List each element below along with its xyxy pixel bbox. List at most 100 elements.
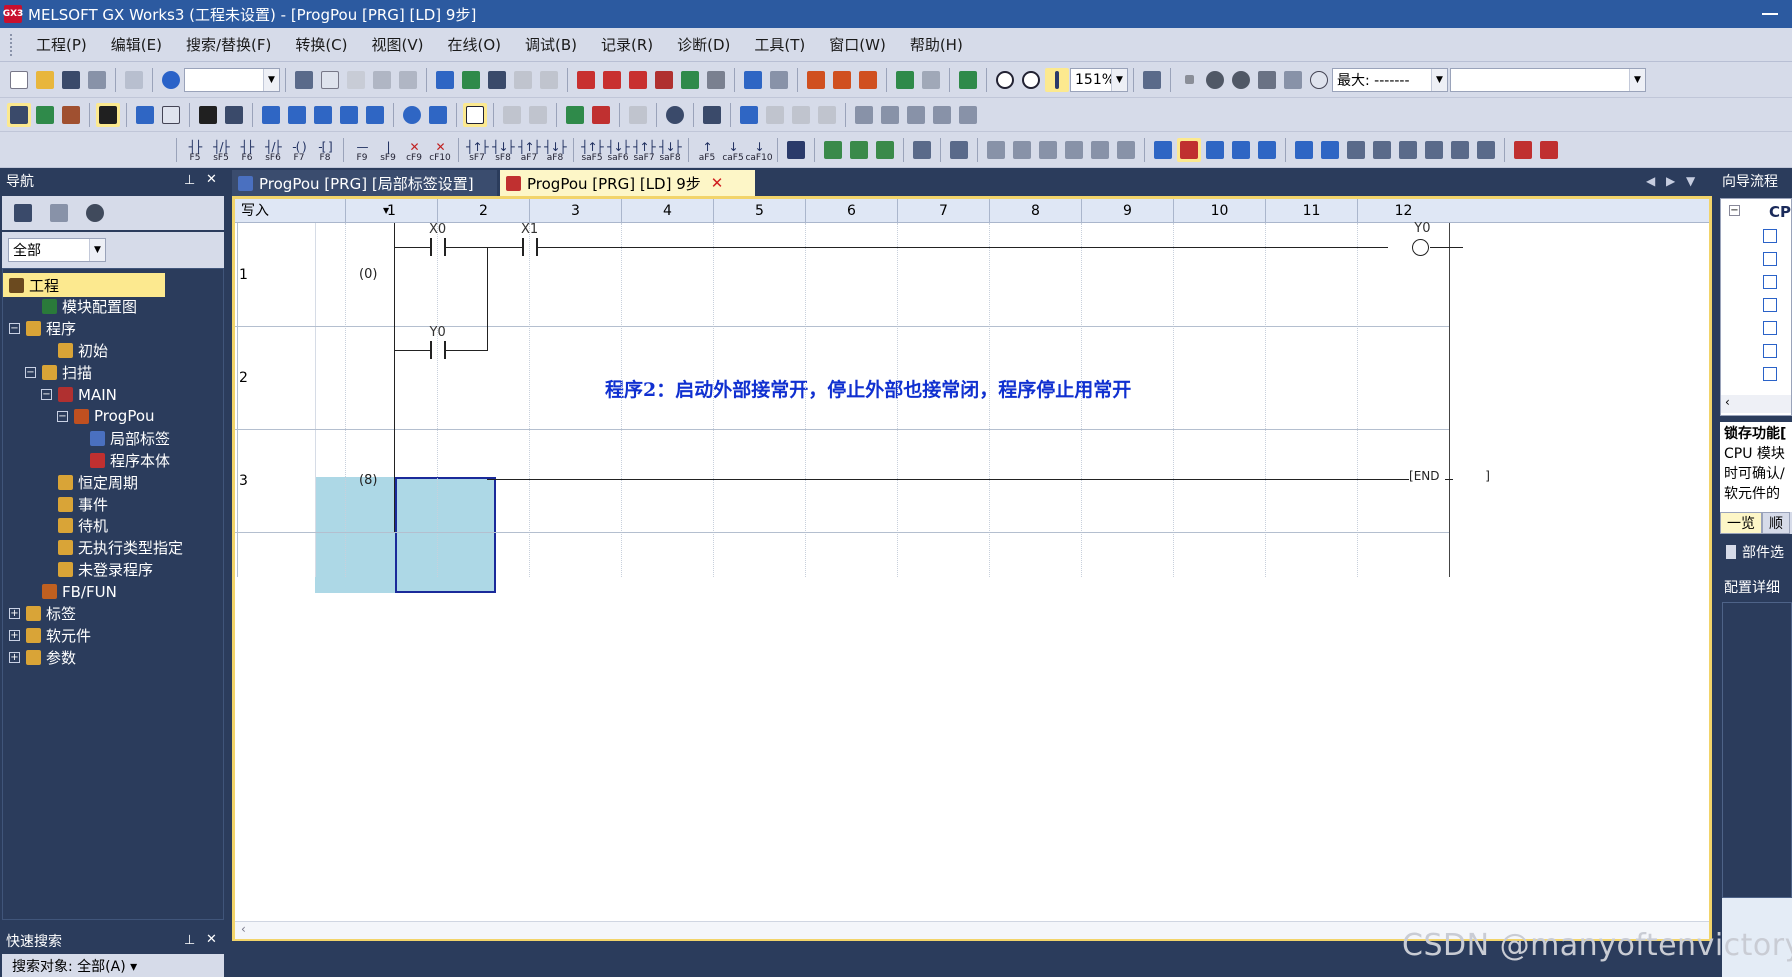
fkey-af7[interactable]: ┤↑├ aF7 <box>517 137 541 163</box>
menu-record[interactable]: 记录(R) <box>589 34 665 55</box>
tree-item[interactable]: 局部标签 <box>73 426 170 450</box>
fkey-saf6[interactable]: ┤↓├ saF6 <box>606 137 630 163</box>
tree-item[interactable]: 初始 <box>41 339 108 363</box>
connection-test-icon[interactable] <box>426 103 450 127</box>
ladder-tool-icon[interactable] <box>1177 137 1201 162</box>
fkey-sf5[interactable]: ┤/├ sF5 <box>209 137 233 163</box>
tab-order[interactable]: 顺 <box>1762 512 1790 534</box>
tree-item[interactable]: − 程序 <box>9 317 76 341</box>
eye-icon[interactable] <box>663 103 687 127</box>
search-replace-icon[interactable] <box>700 103 724 127</box>
clock-icon[interactable] <box>1307 68 1331 92</box>
menu-help[interactable]: 帮助(H) <box>898 34 975 55</box>
tree-item[interactable]: 无执行类型指定 <box>41 536 183 560</box>
menu-edit[interactable]: 编辑(E) <box>99 34 174 55</box>
collapse-icon[interactable]: − <box>1729 205 1740 216</box>
device-search-icon[interactable] <box>459 68 483 92</box>
disabled-icon[interactable] <box>537 68 561 92</box>
check-icon[interactable] <box>1203 68 1227 92</box>
ladder-tool-icon[interactable] <box>984 138 1008 162</box>
fkey-sf9[interactable]: | sF9 <box>376 137 400 163</box>
new-file-icon[interactable] <box>7 68 31 92</box>
ladder-tool-icon[interactable] <box>1537 138 1561 162</box>
disabled-icon[interactable] <box>789 103 813 127</box>
jump-forward-icon[interactable] <box>856 68 880 92</box>
fkey-cf9[interactable]: ✕ cF9 <box>402 137 426 163</box>
disabled-icon[interactable] <box>500 103 524 127</box>
minimize-button[interactable] <box>1762 13 1778 15</box>
collapse-icon[interactable]: − <box>25 367 36 379</box>
close-icon[interactable]: ✕ <box>206 172 217 187</box>
zoom-out-icon[interactable] <box>1019 68 1043 92</box>
tab-list-icon[interactable]: ▼ <box>1686 174 1695 188</box>
cross-reference-icon[interactable] <box>222 103 246 127</box>
display-mode-icon[interactable] <box>956 68 980 92</box>
disabled-icon[interactable] <box>626 103 650 127</box>
edit-check-icon[interactable] <box>563 103 587 127</box>
module-config-icon[interactable] <box>96 102 120 127</box>
save-icon[interactable] <box>59 68 83 92</box>
stop-icon[interactable] <box>1177 68 1201 92</box>
zoom-combo[interactable]: 151% ▼ <box>1070 67 1128 92</box>
ladder-tool-icon[interactable] <box>1344 138 1368 162</box>
fkey-af8[interactable]: ┤↓├ aF8 <box>543 137 567 163</box>
parts-selection-header[interactable]: 部件选 <box>1720 540 1792 564</box>
quick-search-target[interactable]: 搜索对象: 全部(A) ▾ <box>2 954 224 977</box>
device-use-icon[interactable] <box>285 103 309 127</box>
monitor-start-icon[interactable] <box>678 68 702 92</box>
disabled-icon[interactable] <box>526 103 550 127</box>
check-all-icon[interactable] <box>1229 68 1253 92</box>
tree-item[interactable]: + 标签 <box>9 602 76 626</box>
ladder-tool-icon[interactable] <box>947 138 971 162</box>
fkey-caf10[interactable]: ↓ caF10 <box>745 137 772 163</box>
tree-item[interactable]: − 扫描 <box>25 361 92 385</box>
monitor-icon[interactable] <box>652 68 676 92</box>
fkey-sf8[interactable]: ┤↓├ sF8 <box>491 137 515 163</box>
fkey-sf6[interactable]: ┤/├ sF6 <box>261 137 285 163</box>
link-icon[interactable] <box>1763 344 1777 358</box>
read-from-plc-icon[interactable] <box>600 68 624 92</box>
collapse-icon[interactable]: − <box>9 323 20 335</box>
document-icon[interactable] <box>463 102 487 127</box>
fkey-saf5[interactable]: ┤↑├ saF5 <box>580 137 604 163</box>
ladder-tool-icon[interactable] <box>1292 138 1316 162</box>
link-icon[interactable] <box>1763 229 1777 243</box>
gear-icon[interactable] <box>83 201 107 225</box>
collapse-icon[interactable]: − <box>41 389 52 400</box>
pin-icon[interactable]: ⊥ <box>184 933 195 948</box>
ladder-tool-icon[interactable] <box>821 138 845 162</box>
tree-item[interactable]: + 参数 <box>9 645 76 669</box>
collapse-icon[interactable]: − <box>57 410 68 422</box>
fkey-af5[interactable]: ↑ aF5 <box>695 137 719 163</box>
disabled-icon[interactable] <box>763 103 787 127</box>
tab-scroll-right-icon[interactable]: ▶ <box>1666 174 1675 188</box>
tab-local-labels[interactable]: ProgPou [PRG] [局部标签设置] <box>232 170 497 196</box>
ladder-tool-icon[interactable] <box>1318 138 1342 162</box>
ladder-editor[interactable]: 写入 ▼ 1 2 3 4 5 6 7 8 9 10 11 12 程序2：启动外部接常开，停止外部也接常… <box>232 196 1712 941</box>
ladder-tool-icon[interactable] <box>1255 138 1279 162</box>
ladder-tool-icon[interactable] <box>1396 138 1420 162</box>
fkey-f7[interactable]: -( ) F7 <box>287 137 311 163</box>
tree-item[interactable]: − MAIN <box>41 383 117 407</box>
chevron-down-icon[interactable]: ▼ <box>1629 68 1645 91</box>
ladder-tool-icon[interactable] <box>847 138 871 162</box>
chevron-down-icon[interactable]: ▼ <box>1111 68 1127 91</box>
menu-diagnostics[interactable]: 诊断(D) <box>665 34 742 55</box>
jump-back-icon[interactable] <box>830 68 854 92</box>
device-test-icon[interactable] <box>767 68 791 92</box>
close-icon[interactable]: ✕ <box>206 932 217 947</box>
tree-item[interactable]: + 软元件 <box>9 623 91 647</box>
fkey-cf10[interactable]: ✕ cF10 <box>428 137 452 163</box>
menu-online[interactable]: 在线(O) <box>435 34 513 55</box>
tree-item[interactable]: 程序本体 <box>73 448 170 472</box>
close-icon[interactable]: ✕ <box>711 174 724 192</box>
tree-item[interactable]: 模块配置图 <box>25 295 137 319</box>
project-tree-icon[interactable] <box>7 102 31 127</box>
expand-icon[interactable]: + <box>9 629 20 641</box>
pin-icon[interactable]: ⊥ <box>184 173 195 188</box>
parameter-icon[interactable] <box>59 103 83 127</box>
menu-view[interactable]: 视图(V) <box>360 34 436 55</box>
list-icon[interactable] <box>1281 68 1305 92</box>
tree-item[interactable]: 未登录程序 <box>41 558 153 582</box>
find-icon[interactable] <box>737 103 761 127</box>
